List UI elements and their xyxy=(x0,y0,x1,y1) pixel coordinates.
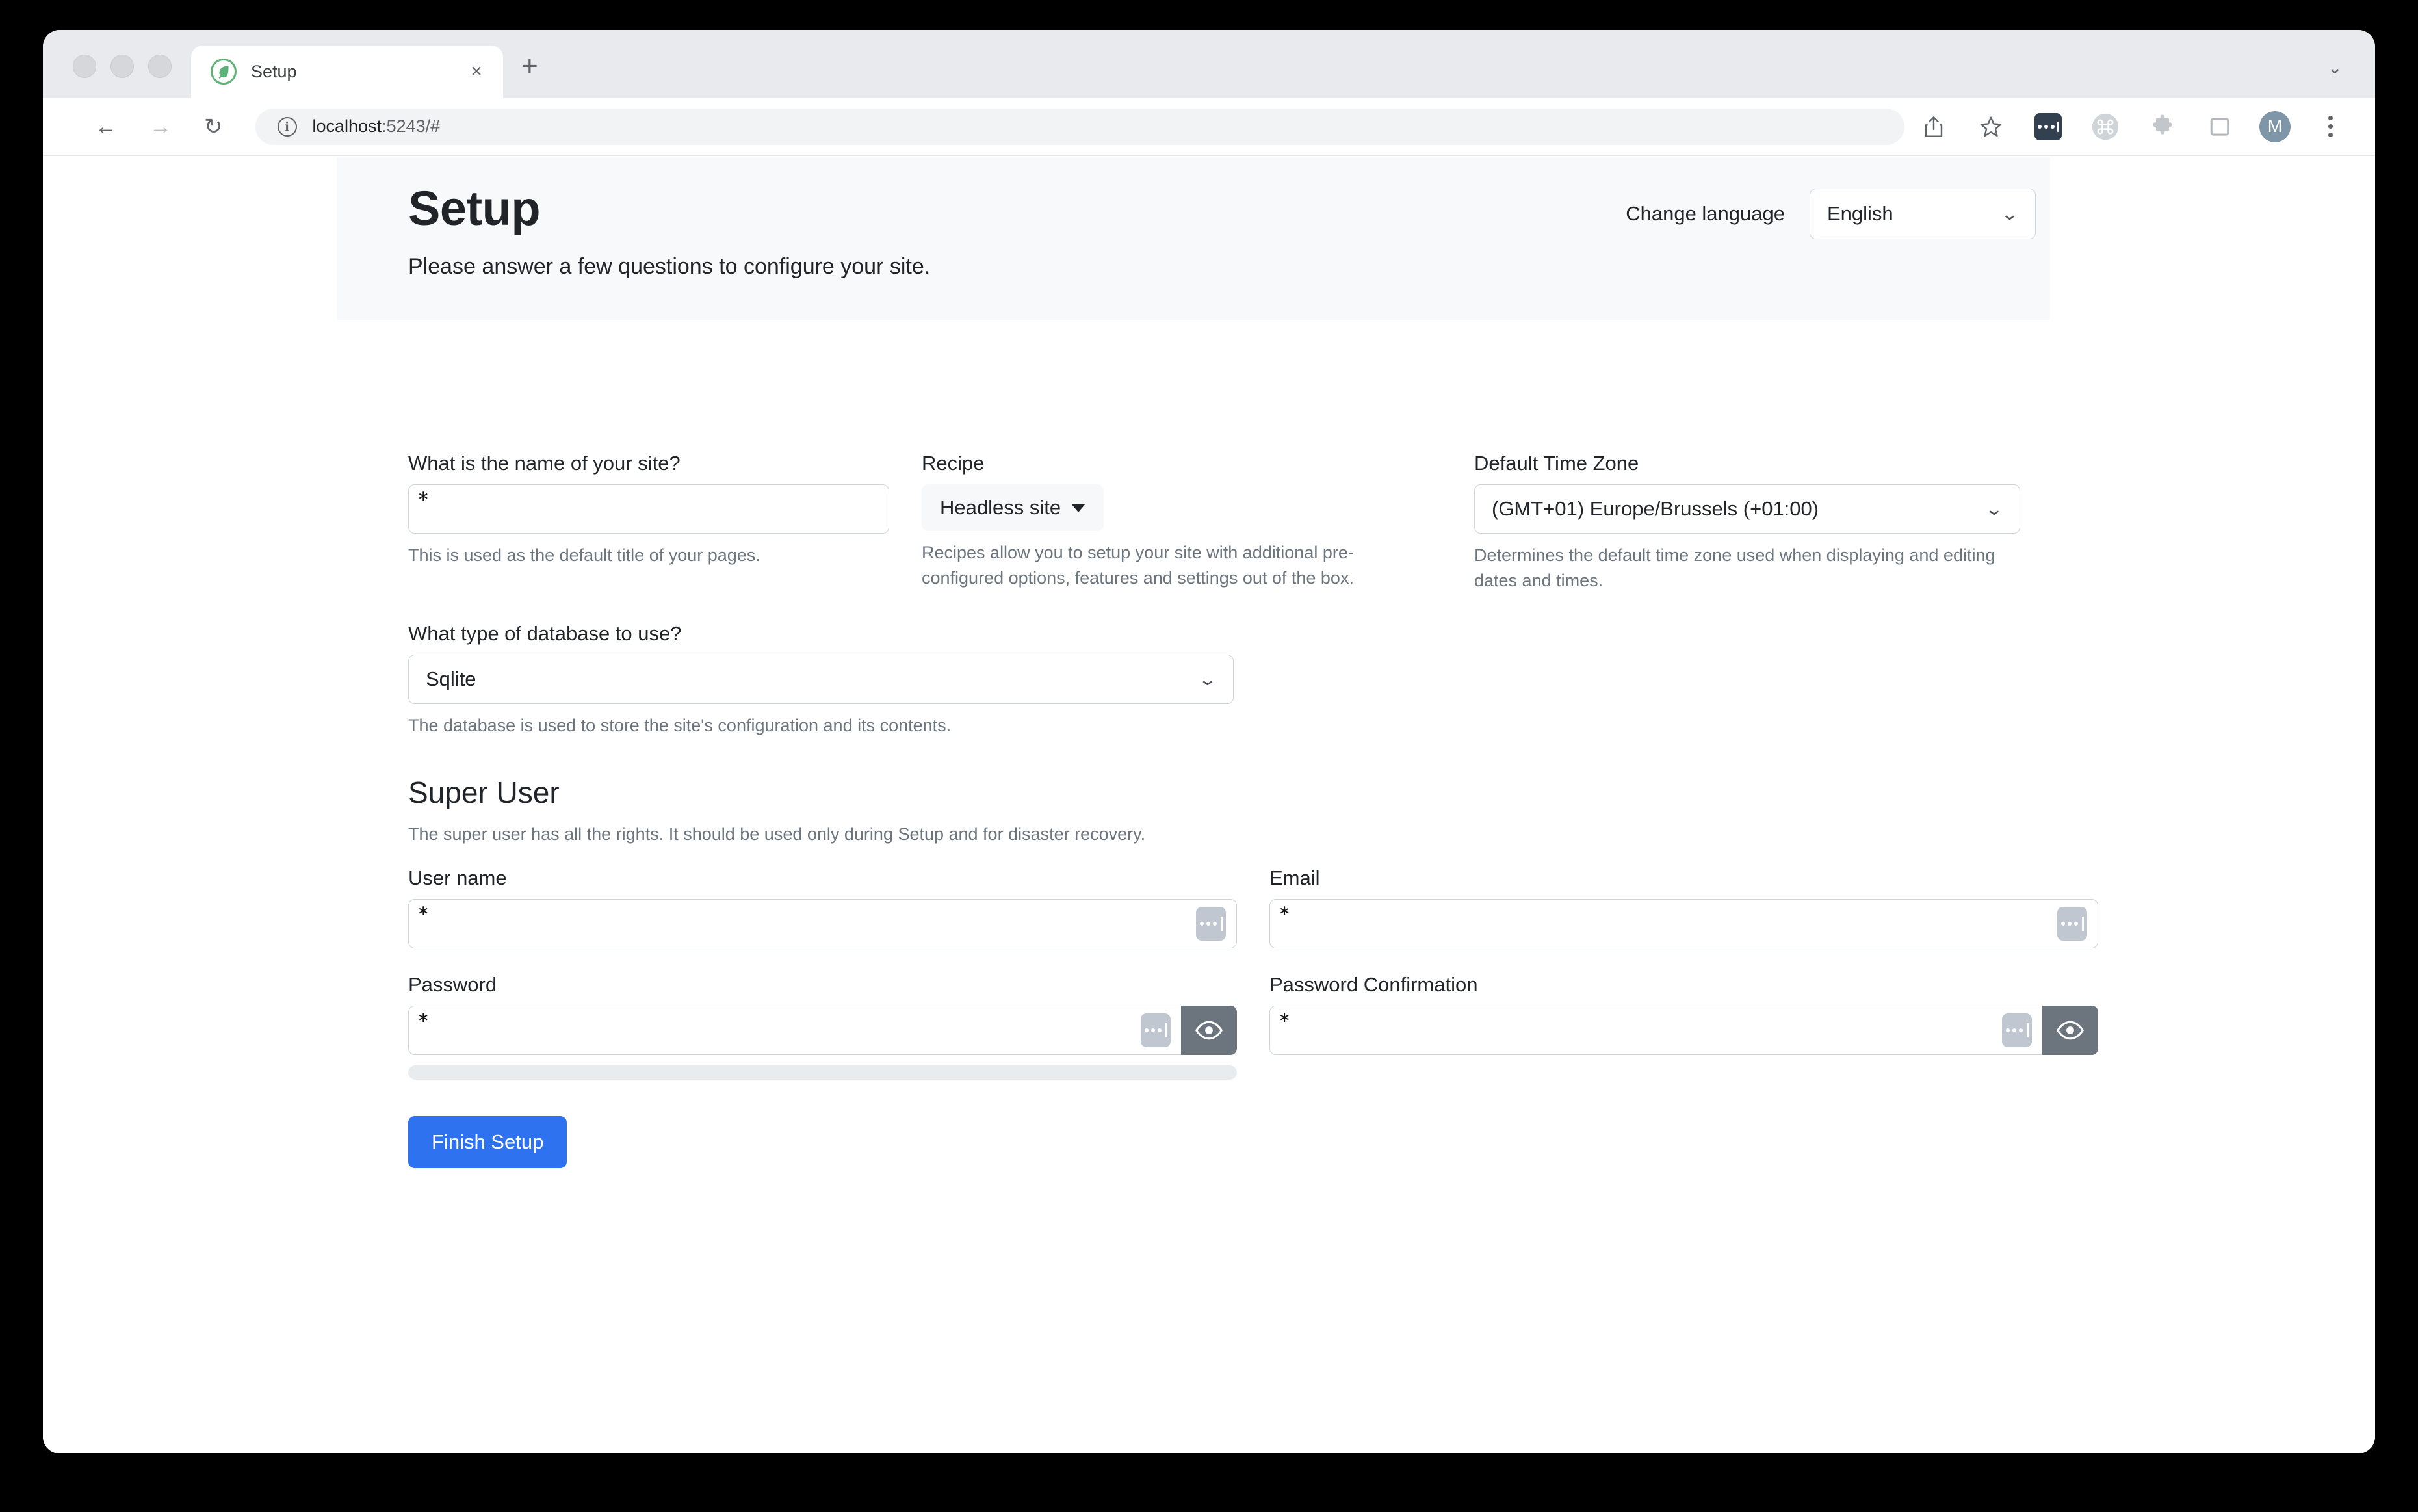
toggle-password-visibility-button[interactable] xyxy=(1181,1006,1237,1056)
back-arrow-icon[interactable]: ← xyxy=(95,116,117,138)
finish-setup-button[interactable]: Finish Setup xyxy=(408,1116,567,1169)
autofill-icon[interactable] xyxy=(2057,907,2087,941)
form-row-credentials: User name ∗ Email ∗ xyxy=(408,867,2098,949)
field-site-name: What is the name of your site? ∗ This is… xyxy=(408,452,889,593)
database-select[interactable]: Sqlite ⌄ xyxy=(408,655,1234,705)
address-bar[interactable]: i localhost:5243/# xyxy=(255,108,1904,145)
password-strength-meter xyxy=(408,1065,1237,1080)
password-input-group: ∗ xyxy=(408,1006,1237,1056)
url-host: localhost xyxy=(312,116,382,136)
field-database: What type of database to use? Sqlite ⌄ T… xyxy=(408,622,1234,738)
minimize-window-button[interactable] xyxy=(110,55,134,78)
share-icon[interactable] xyxy=(1916,109,1951,144)
url-text: localhost:5243/# xyxy=(313,116,441,137)
autofill-icon[interactable] xyxy=(2002,1013,2032,1048)
avatar[interactable]: M xyxy=(2259,111,2291,142)
recipe-value: Headless site xyxy=(940,496,1061,519)
autofill-icon[interactable] xyxy=(1141,1013,1171,1048)
site-name-input[interactable]: ∗ xyxy=(408,484,889,534)
maximize-window-button[interactable] xyxy=(148,55,172,78)
browser-tab-setup[interactable]: Setup × xyxy=(191,46,503,98)
required-marker-icon: ∗ xyxy=(1279,1009,1291,1026)
window-traffic-lights xyxy=(43,55,191,98)
page-content: Setup Please answer a few questions to c… xyxy=(43,156,2375,1453)
sidebar-panel-icon[interactable] xyxy=(2202,109,2237,144)
field-user-name: User name ∗ xyxy=(408,867,1237,949)
field-email: Email ∗ xyxy=(1269,867,2098,949)
field-password: Password ∗ xyxy=(408,973,1237,1080)
required-marker-icon: ∗ xyxy=(417,488,430,504)
database-label: What type of database to use? xyxy=(408,622,682,645)
browser-toolbar: ← → ↻ i localhost:5243/# M xyxy=(43,98,2375,156)
tab-strip: Setup × + ⌄ xyxy=(43,30,2375,98)
extension-dots-icon[interactable] xyxy=(2031,109,2066,144)
super-user-heading: Super User xyxy=(408,776,560,810)
field-recipe: Recipe Headless site Recipes allow you t… xyxy=(922,452,1442,593)
forward-arrow-icon[interactable]: → xyxy=(150,116,172,138)
password-confirmation-label: Password Confirmation xyxy=(1269,973,1478,997)
chevron-down-icon: ⌄ xyxy=(1198,669,1217,689)
password-confirmation-input-group: ∗ xyxy=(1269,1006,2098,1056)
language-select[interactable]: English ⌄ xyxy=(1810,189,2036,239)
recipe-label: Recipe xyxy=(922,452,985,475)
timezone-help: Determines the default time zone used wh… xyxy=(1474,545,1996,591)
email-input[interactable]: ∗ xyxy=(1269,899,2098,949)
eye-icon xyxy=(2056,1021,2085,1040)
toggle-password-confirmation-visibility-button[interactable] xyxy=(2042,1006,2098,1056)
field-timezone: Default Time Zone (GMT+01) Europe/Brusse… xyxy=(1474,452,2020,593)
user-name-label: User name xyxy=(408,867,507,890)
recipe-help: Recipes allow you to setup your site wit… xyxy=(922,543,1354,588)
command-icon[interactable] xyxy=(2088,109,2123,144)
site-name-label: What is the name of your site? xyxy=(408,452,681,475)
password-confirmation-input[interactable]: ∗ xyxy=(1269,1006,2042,1056)
chevron-down-icon: ⌄ xyxy=(1984,499,2004,519)
required-marker-icon: ∗ xyxy=(1279,902,1291,919)
form-row-passwords: Password ∗ Password Confirmation ∗ xyxy=(408,973,2098,1080)
chevron-down-icon[interactable]: ⌄ xyxy=(2328,57,2343,78)
recipe-dropdown-button[interactable]: Headless site xyxy=(922,484,1104,531)
password-input[interactable]: ∗ xyxy=(408,1006,1181,1056)
new-tab-button[interactable]: + xyxy=(521,52,538,81)
required-marker-icon: ∗ xyxy=(417,902,430,919)
kebab-glyph xyxy=(2328,116,2333,137)
toolbar-icons: M xyxy=(1916,109,2348,144)
site-info-icon[interactable]: i xyxy=(277,116,297,137)
browser-menu-icon[interactable] xyxy=(2313,109,2348,144)
timezone-value: (GMT+01) Europe/Brussels (+01:00) xyxy=(1492,497,1819,520)
timezone-label: Default Time Zone xyxy=(1474,452,1639,475)
required-marker-icon: ∗ xyxy=(417,1009,430,1026)
language-switcher: Change language English ⌄ xyxy=(1626,189,2036,239)
super-user-description: The super user has all the rights. It sh… xyxy=(408,824,1146,844)
form-row-1: What is the name of your site? ∗ This is… xyxy=(408,452,2098,593)
tab-title: Setup xyxy=(251,61,297,81)
email-label: Email xyxy=(1269,867,1320,890)
autofill-icon[interactable] xyxy=(1196,907,1226,941)
database-value: Sqlite xyxy=(426,668,476,691)
site-name-help: This is used as the default title of you… xyxy=(408,545,760,565)
extension-dots-glyph xyxy=(2034,112,2062,140)
browser-window: Setup × + ⌄ ← → ↻ i localhost:5243/# M S… xyxy=(43,30,2375,1453)
eye-icon xyxy=(1195,1021,1223,1040)
puzzle-extension-icon[interactable] xyxy=(2145,109,2180,144)
leaf-icon xyxy=(211,59,237,85)
reload-icon[interactable]: ↻ xyxy=(204,116,223,138)
bookmark-star-icon[interactable] xyxy=(1973,109,2008,144)
close-window-button[interactable] xyxy=(73,55,96,78)
caret-down-icon xyxy=(1071,503,1086,512)
timezone-select[interactable]: (GMT+01) Europe/Brussels (+01:00) ⌄ xyxy=(1474,484,2020,534)
setup-form: What is the name of your site? ∗ This is… xyxy=(408,452,2098,1169)
page-subtitle: Please answer a few questions to configu… xyxy=(408,254,931,280)
language-select-value: English xyxy=(1827,202,1893,225)
chevron-down-icon: ⌄ xyxy=(2000,203,2020,224)
setup-header-banner: Setup Please answer a few questions to c… xyxy=(337,157,2050,320)
change-language-label: Change language xyxy=(1626,202,1785,225)
database-help: The database is used to store the site's… xyxy=(408,716,952,736)
navigation-buttons: ← → ↻ xyxy=(95,116,223,138)
field-password-confirmation: Password Confirmation ∗ xyxy=(1269,973,2098,1080)
form-actions: Finish Setup xyxy=(408,1080,2098,1169)
close-icon[interactable]: × xyxy=(465,62,488,81)
url-path: :5243/# xyxy=(382,116,441,136)
password-label: Password xyxy=(408,973,497,997)
user-name-input[interactable]: ∗ xyxy=(408,899,1237,949)
